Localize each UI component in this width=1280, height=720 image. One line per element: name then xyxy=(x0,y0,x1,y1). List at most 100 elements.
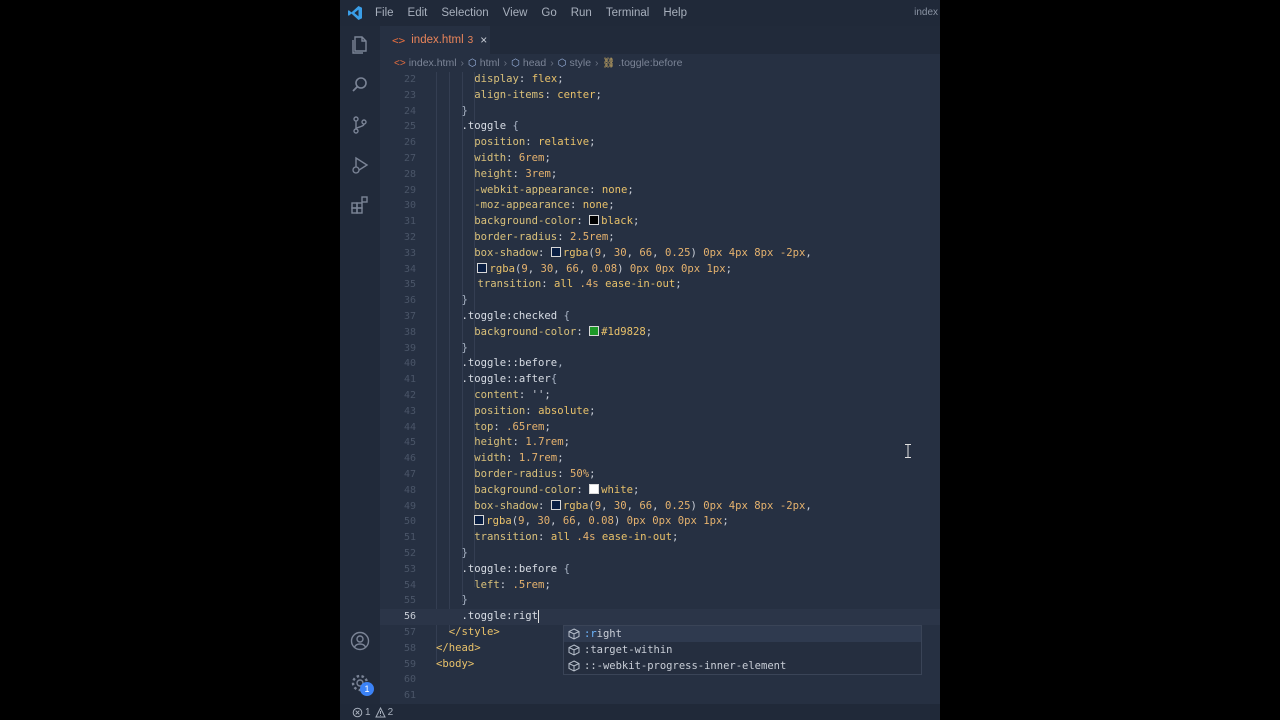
code-line[interactable]: 38 background-color: #1d9828; xyxy=(380,325,940,341)
code-text: background-color: white; xyxy=(474,483,640,496)
code-line[interactable]: 30 -moz-appearance: none; xyxy=(380,198,940,214)
menu-go[interactable]: Go xyxy=(541,7,556,19)
code-line[interactable]: 23 align-items: center; xyxy=(380,88,940,104)
breadcrumb-label: head xyxy=(522,57,547,69)
menu-help[interactable]: Help xyxy=(663,7,687,19)
code-text: <body> xyxy=(436,657,475,670)
code-line[interactable]: 39} xyxy=(380,341,940,357)
line-number: 31 xyxy=(403,216,416,228)
code-text: .toggle::before { xyxy=(461,562,570,575)
code-line[interactable]: 32 border-radius: 2.5rem; xyxy=(380,230,940,246)
close-icon[interactable]: × xyxy=(480,33,487,47)
code-line[interactable]: 47 border-radius: 50%; xyxy=(380,467,940,483)
source-control-icon[interactable] xyxy=(349,114,371,136)
extensions-icon[interactable] xyxy=(349,194,371,216)
property-cube-icon xyxy=(568,660,580,672)
suggestion-label: :target-within xyxy=(584,644,673,656)
code-line[interactable]: 53 .toggle::before { xyxy=(380,562,940,578)
code-text: left: .5rem; xyxy=(474,578,551,591)
code-line[interactable]: 44 top: .65rem; xyxy=(380,420,940,436)
code-line[interactable]: 31 background-color: black; xyxy=(380,214,940,230)
line-number: 44 xyxy=(403,421,416,433)
code-line[interactable]: 22 display: flex; xyxy=(380,72,940,88)
tab-index-html[interactable]: <> index.html 3 × xyxy=(380,26,490,54)
html-file-icon: <> xyxy=(392,33,406,47)
line-number: 60 xyxy=(403,674,416,686)
menu-selection[interactable]: Selection xyxy=(441,7,488,19)
code-line[interactable]: 52} xyxy=(380,546,940,562)
line-number: 23 xyxy=(403,89,416,101)
breadcrumb-style[interactable]: ⬡ style xyxy=(558,57,591,69)
code-line[interactable]: 46 width: 1.7rem; xyxy=(380,451,940,467)
problems-status[interactable]: 1 2 xyxy=(352,706,393,718)
text-caret xyxy=(538,609,540,623)
breadcrumb-head[interactable]: ⬡ head xyxy=(511,57,546,69)
code-line[interactable]: 33 box-shadow: rgba(9, 30, 66, 0.25) 0px … xyxy=(380,246,940,262)
code-line[interactable]: 26 position: relative; xyxy=(380,135,940,151)
code-text: transition: all .4s ease-in-out; xyxy=(474,531,679,544)
line-number: 40 xyxy=(403,358,416,370)
cube-icon: ⬡ xyxy=(511,57,520,69)
code-line[interactable]: 49 box-shadow: rgba(9, 30, 66, 0.25) 0px … xyxy=(380,499,940,515)
code-line[interactable]: 35 transition: all .4s ease-in-out; xyxy=(380,277,940,293)
breadcrumb-file[interactable]: <> index.html xyxy=(394,57,457,69)
code-line[interactable]: 29 -webkit-appearance: none; xyxy=(380,183,940,199)
suggestion-item[interactable]: ::-webkit-progress-inner-element xyxy=(564,658,921,674)
line-number: 57 xyxy=(403,627,416,638)
line-number: 54 xyxy=(403,579,416,591)
code-line[interactable]: 41 .toggle::after{ xyxy=(380,372,940,388)
code-line[interactable]: 25 .toggle { xyxy=(380,119,940,135)
code-text: width: 6rem; xyxy=(474,152,551,164)
files-icon[interactable] xyxy=(349,34,371,56)
run-debug-icon[interactable] xyxy=(349,154,371,176)
code-line[interactable]: 40 .toggle::before, xyxy=(380,356,940,372)
code-line[interactable]: 54 left: .5rem; xyxy=(380,578,940,594)
status-bar: 1 2 xyxy=(340,704,940,720)
suggestion-item[interactable]: :target-within xyxy=(564,642,921,658)
code-editor[interactable]: 22 display: flex; 23 align-items: center; 24… xyxy=(380,72,940,704)
line-number: 56 xyxy=(403,611,416,623)
menu-file[interactable]: File xyxy=(375,7,394,19)
code-text: } xyxy=(461,104,468,117)
code-line[interactable]: 45 height: 1.7rem; xyxy=(380,435,940,451)
code-text: </head> xyxy=(436,641,481,654)
property-cube-icon xyxy=(568,644,580,656)
line-number: 39 xyxy=(403,342,416,354)
code-text: background-color: #1d9828; xyxy=(474,325,653,338)
menu-edit[interactable]: Edit xyxy=(408,7,428,19)
account-icon[interactable] xyxy=(349,630,371,652)
code-line[interactable]: 56 .toggle:rigt xyxy=(380,609,940,625)
code-text: box-shadow: rgba(9, 30, 66, 0.25) 0px 4p… xyxy=(474,246,812,259)
code-line[interactable]: 43 position: absolute; xyxy=(380,404,940,420)
breadcrumb-rule[interactable]: ⛓ .toggle:before xyxy=(603,57,683,69)
code-line[interactable]: 37 .toggle:checked { xyxy=(380,309,940,325)
breadcrumb-html[interactable]: ⬡ html xyxy=(468,57,500,69)
code-line[interactable]: 51 transition: all .4s ease-in-out; xyxy=(380,530,940,546)
code-line[interactable]: 27 width: 6rem; xyxy=(380,151,940,167)
code-line[interactable]: 24} xyxy=(380,104,940,120)
html-file-icon: <> xyxy=(394,57,406,69)
code-line[interactable]: 34 rgba(9, 30, 66, 0.08) 0px 0px 0px 1px; xyxy=(380,262,940,278)
code-line[interactable]: 36} xyxy=(380,293,940,309)
tab-bar: <> index.html 3 × xyxy=(380,26,940,54)
code-line[interactable]: 61 xyxy=(380,688,940,704)
code-text: border-radius: 2.5rem; xyxy=(474,231,615,243)
line-number: 27 xyxy=(403,153,416,164)
code-line[interactable]: 50 rgba(9, 30, 66, 0.08) 0px 0px 0px 1px; xyxy=(380,514,940,530)
menu-view[interactable]: View xyxy=(503,7,528,19)
code-line[interactable]: 55} xyxy=(380,593,940,609)
line-number: 36 xyxy=(403,295,416,307)
suggestion-label: :right xyxy=(584,628,622,640)
code-line[interactable]: 42 content: ''; xyxy=(380,388,940,404)
vscode-logo-icon xyxy=(348,6,362,20)
code-text: display: flex; xyxy=(474,73,564,85)
line-number: 38 xyxy=(403,326,416,338)
code-line[interactable]: 28 height: 3rem; xyxy=(380,167,940,183)
menu-terminal[interactable]: Terminal xyxy=(606,7,649,19)
search-icon[interactable] xyxy=(349,74,371,96)
menu-run[interactable]: Run xyxy=(571,7,592,19)
code-text: height: 3rem; xyxy=(474,167,558,180)
suggestion-item[interactable]: :right xyxy=(564,626,921,642)
line-number: 52 xyxy=(403,548,416,559)
code-line[interactable]: 48 background-color: white; xyxy=(380,483,940,499)
